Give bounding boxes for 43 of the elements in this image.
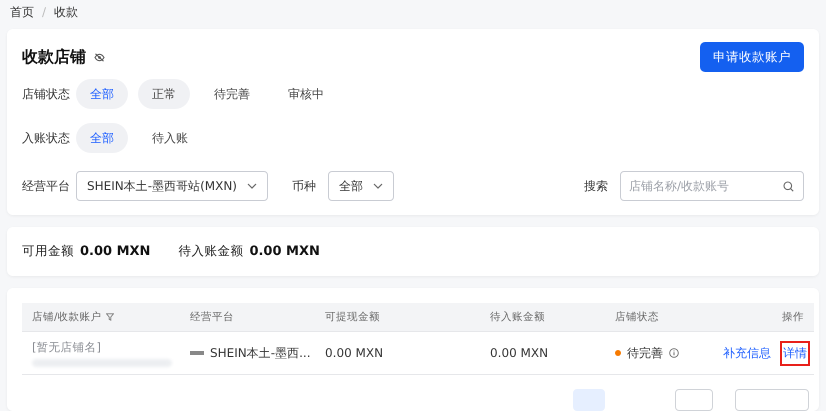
- filter-chip[interactable]: 审核中: [274, 79, 338, 109]
- search-icon: [783, 181, 794, 192]
- filter-label: 店铺状态: [22, 86, 71, 102]
- section-title: 收款店铺: [22, 46, 86, 68]
- platform-select[interactable]: SHEIN本土-墨西哥站(MXN): [76, 171, 268, 201]
- balance-value: 0.00 MXN: [80, 244, 150, 259]
- header-text: 经营平台: [190, 310, 234, 324]
- info-icon[interactable]: [669, 348, 679, 358]
- filter-label: 经营平台: [22, 178, 71, 194]
- store-name: [暂无店铺名]: [32, 340, 102, 354]
- header-text: 店铺/收款账户: [32, 310, 102, 324]
- chevron-down-icon: [246, 183, 257, 189]
- filter-label: 币种: [292, 178, 316, 194]
- filter-chip[interactable]: 正常: [138, 79, 190, 109]
- header-text: 店铺状态: [615, 310, 659, 324]
- breadcrumb-item[interactable]: 首页: [10, 4, 34, 20]
- breadcrumb-separator: /: [42, 5, 46, 19]
- filter-chip[interactable]: 待入账: [138, 123, 202, 153]
- table-cell: 0.00 MXN: [490, 346, 548, 360]
- filter-chip[interactable]: 待完善: [200, 79, 264, 109]
- filter-icon[interactable]: [106, 313, 114, 321]
- header-text: 操作: [782, 310, 804, 324]
- apply-account-button[interactable]: 申请收款账户: [700, 42, 804, 72]
- header-text: 可提现金额: [325, 310, 380, 324]
- status-text: 待完善: [627, 344, 663, 362]
- table-cell: SHEIN本土-墨西...: [210, 344, 311, 362]
- filter-label: 入账状态: [22, 130, 71, 146]
- balance-label: 可用金额: [22, 243, 74, 260]
- breadcrumb-item: 收款: [54, 4, 78, 20]
- chevron-down-icon: [372, 183, 383, 189]
- filter-chip[interactable]: 全部: [76, 79, 128, 109]
- header-text: 待入账金额: [490, 310, 545, 324]
- table-cell: 0.00 MXN: [325, 346, 384, 360]
- currency-select[interactable]: 全部: [328, 171, 394, 201]
- filter-chip[interactable]: 全部: [76, 123, 128, 153]
- search-field[interactable]: 店铺名称/收款账号: [620, 171, 804, 201]
- filter-label: 搜索: [584, 178, 608, 194]
- balance-value: 0.00 MXN: [249, 244, 320, 259]
- action-link[interactable]: 详情: [780, 340, 810, 366]
- action-link[interactable]: 补充信息: [720, 340, 774, 366]
- eye-off-icon[interactable]: [94, 52, 105, 62]
- platform-logo-icon: [190, 351, 204, 355]
- balance-label: 待入账金额: [178, 243, 244, 260]
